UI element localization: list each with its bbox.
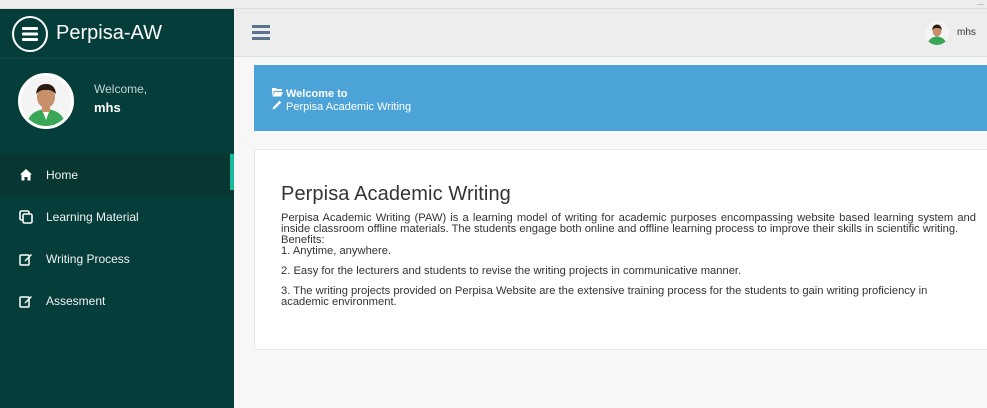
window-top-strip: — xyxy=(0,0,987,9)
edit-icon xyxy=(18,251,34,267)
sidebar-username: mhs xyxy=(94,100,121,115)
sidebar-item-label: Assesment xyxy=(46,294,106,308)
sidebar-item-label: Learning Material xyxy=(46,210,139,224)
edit-icon xyxy=(18,293,34,309)
banner-line2: Perpisa Academic Writing xyxy=(286,100,412,113)
benefit-item: 1. Anytime, anywhere. xyxy=(281,245,392,257)
sidebar: Perpisa-AW Welcome, mhs Home Learning Ma… xyxy=(0,9,234,408)
welcome-label: Welcome, xyxy=(94,82,148,96)
profile-section: Welcome, mhs xyxy=(0,59,234,151)
avatar[interactable] xyxy=(18,73,74,129)
top-strip-mark: — xyxy=(977,1,984,8)
clone-icon xyxy=(18,209,34,225)
banner-line1: Welcome to xyxy=(286,87,348,100)
sidebar-menu: Home Learning Material Writing Process A… xyxy=(0,154,234,322)
welcome-banner: Welcome to Perpisa Academic Writing xyxy=(254,65,987,131)
page-title: Perpisa Academic Writing xyxy=(281,183,511,205)
user-avatar-small[interactable] xyxy=(925,21,949,45)
home-icon xyxy=(18,167,34,183)
folder-open-icon xyxy=(272,87,286,100)
benefit-item: 2. Easy for the lecturers and students t… xyxy=(281,265,742,277)
brand[interactable]: Perpisa-AW xyxy=(0,9,234,59)
top-navbar: mhs xyxy=(234,9,987,57)
intro-paragraph: Perpisa Academic Writing (PAW) is a lear… xyxy=(281,212,976,235)
menu-toggle-icon[interactable] xyxy=(252,25,270,40)
sidebar-item-home[interactable]: Home xyxy=(0,154,234,196)
pencil-icon xyxy=(272,100,286,114)
brand-logo-icon xyxy=(12,15,48,52)
banner-subheading: Perpisa Academic Writing xyxy=(272,100,987,114)
brand-title: Perpisa-AW xyxy=(56,22,162,44)
user-menu-name[interactable]: mhs xyxy=(957,27,987,38)
sidebar-item-writing-process[interactable]: Writing Process xyxy=(0,238,234,280)
content-panel: Perpisa Academic Writing Perpisa Academi… xyxy=(254,149,987,350)
sidebar-item-label: Writing Process xyxy=(46,252,130,266)
sidebar-item-assesment[interactable]: Assesment xyxy=(0,280,234,322)
benefit-item: 3. The writing projects provided on Perp… xyxy=(281,285,928,308)
sidebar-item-learning-material[interactable]: Learning Material xyxy=(0,196,234,238)
sidebar-item-label: Home xyxy=(46,168,79,182)
banner-heading: Welcome to xyxy=(272,87,987,100)
